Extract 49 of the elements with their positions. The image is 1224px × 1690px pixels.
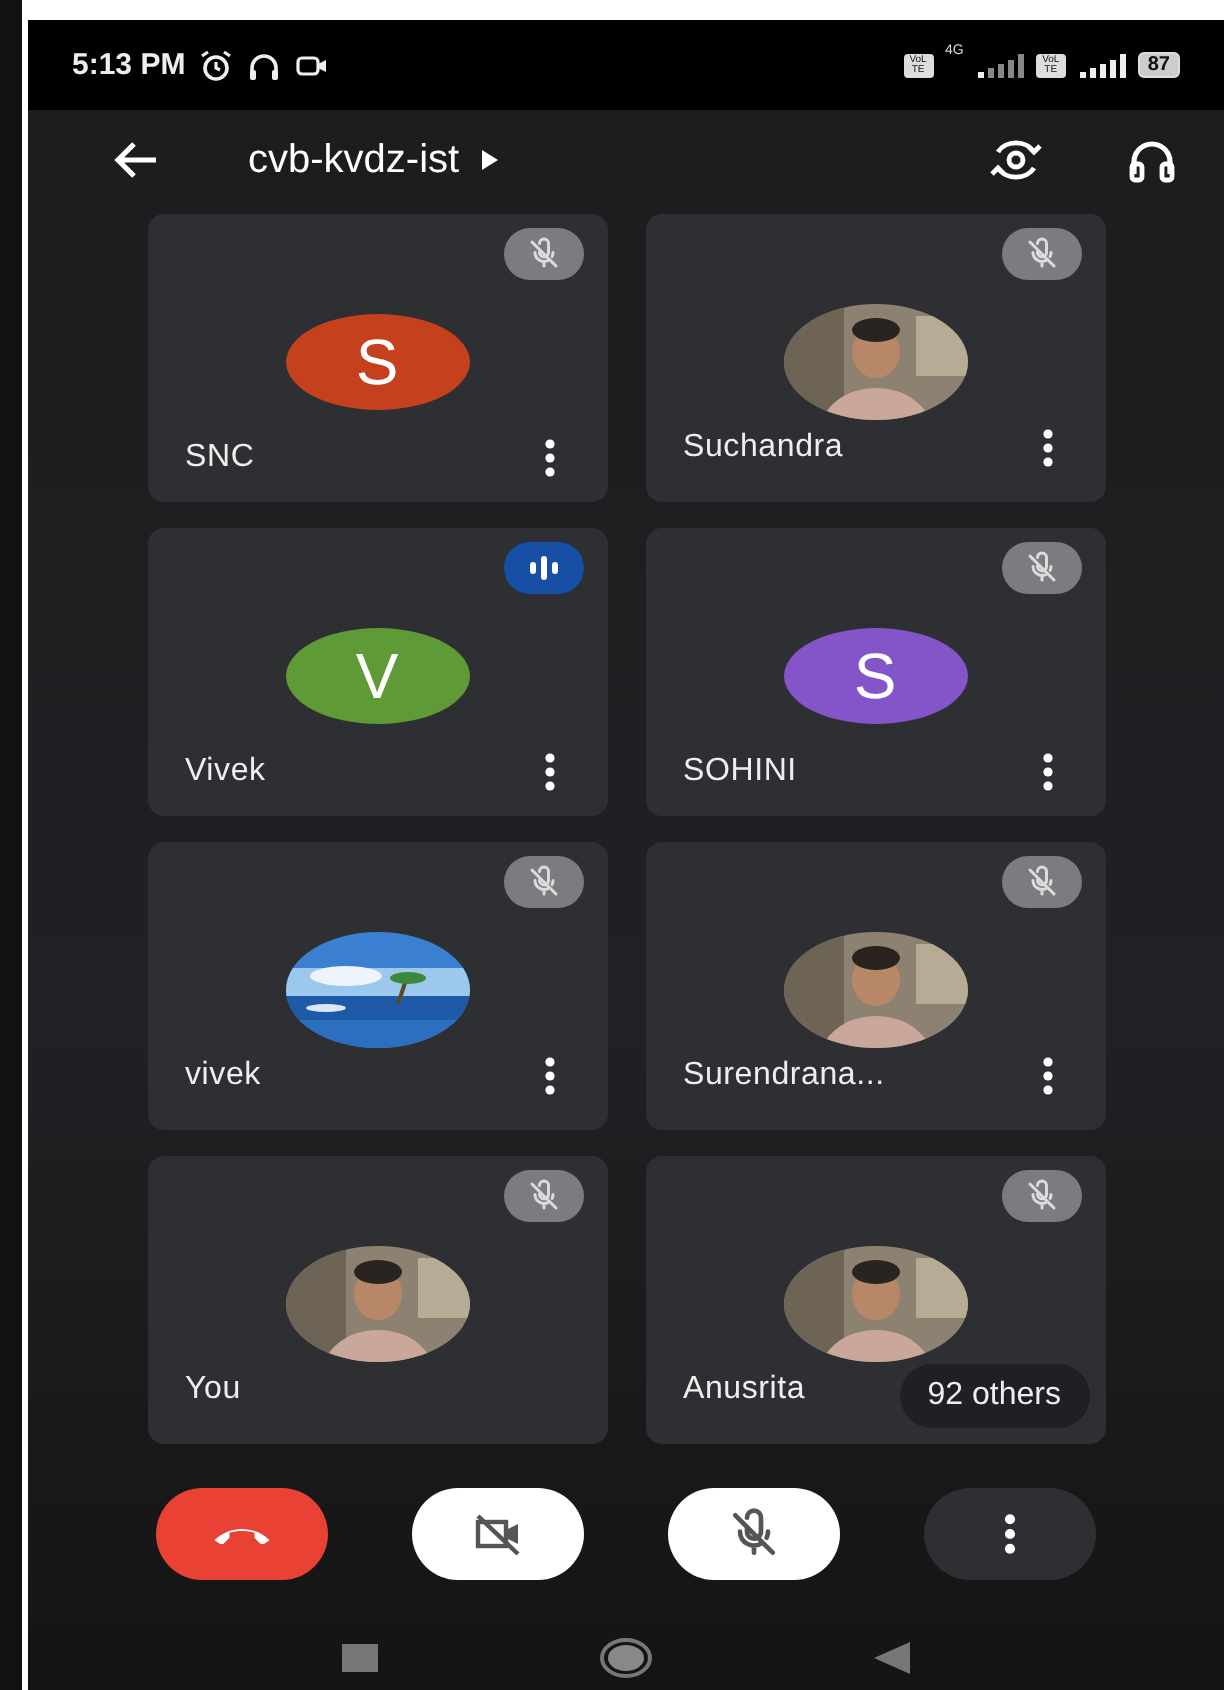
participant-tile[interactable]: vivek	[147, 842, 607, 1130]
participant-name: You	[185, 1372, 241, 1408]
avatar: V	[285, 628, 469, 724]
mic-off-icon	[1023, 864, 1059, 900]
participant-name: Vivek	[185, 754, 266, 790]
more-options-button[interactable]	[539, 752, 559, 792]
mic-off-icon	[1023, 236, 1059, 272]
battery-level: 87	[1137, 52, 1180, 78]
participant-name: vivek	[185, 1058, 261, 1094]
camera-off-button[interactable]	[412, 1488, 584, 1580]
participant-tile[interactable]: V Vivek	[147, 528, 607, 816]
status-time: 5:13 PM	[72, 48, 186, 82]
participant-tile[interactable]: Anusrita 92 others	[645, 1156, 1105, 1444]
others-count-badge[interactable]: 92 others	[899, 1364, 1089, 1428]
avatar: S	[285, 314, 469, 410]
participant-name: Surendrana...	[683, 1058, 885, 1094]
mic-off-icon	[525, 864, 561, 900]
signal-icon	[1077, 53, 1126, 77]
more-options-button[interactable]	[1037, 752, 1057, 792]
phone-icon	[214, 1524, 270, 1544]
end-call-button[interactable]	[156, 1488, 328, 1580]
audio-bars-icon	[525, 550, 561, 586]
back-nav-button[interactable]	[874, 1642, 910, 1674]
meeting-code[interactable]: cvb-kvdz-ist	[248, 137, 500, 183]
more-options-button[interactable]	[1037, 1056, 1057, 1096]
participant-tile[interactable]: S SNC	[147, 214, 607, 502]
participant-tile[interactable]: You	[147, 1156, 607, 1444]
participant-tile[interactable]: Suchandra	[645, 214, 1105, 502]
avatar: S	[783, 628, 967, 724]
more-options-button[interactable]	[539, 438, 559, 478]
participant-name: Anusrita	[683, 1372, 806, 1408]
participant-name: Suchandra	[683, 430, 844, 466]
alarm-icon	[197, 49, 234, 81]
mic-off-icon	[525, 236, 561, 272]
expand-arrow-icon	[479, 148, 500, 172]
more-options-button[interactable]	[539, 1056, 559, 1096]
mic-off-icon	[525, 1178, 561, 1214]
home-button[interactable]	[598, 1636, 654, 1680]
microphone-off-button[interactable]	[668, 1488, 840, 1580]
participant-tile[interactable]: Surendrana...	[645, 842, 1105, 1130]
headphones-icon	[245, 49, 282, 81]
participant-name: SNC	[185, 440, 255, 476]
mic-off-icon	[1023, 1178, 1059, 1214]
more-icon	[1004, 1514, 1016, 1554]
participant-name: SOHINI	[683, 754, 797, 790]
signal-icon	[975, 53, 1024, 77]
participant-tile[interactable]: S SOHINI	[645, 528, 1105, 816]
more-options-button[interactable]	[1037, 428, 1057, 468]
mic-off-icon	[1023, 550, 1059, 586]
